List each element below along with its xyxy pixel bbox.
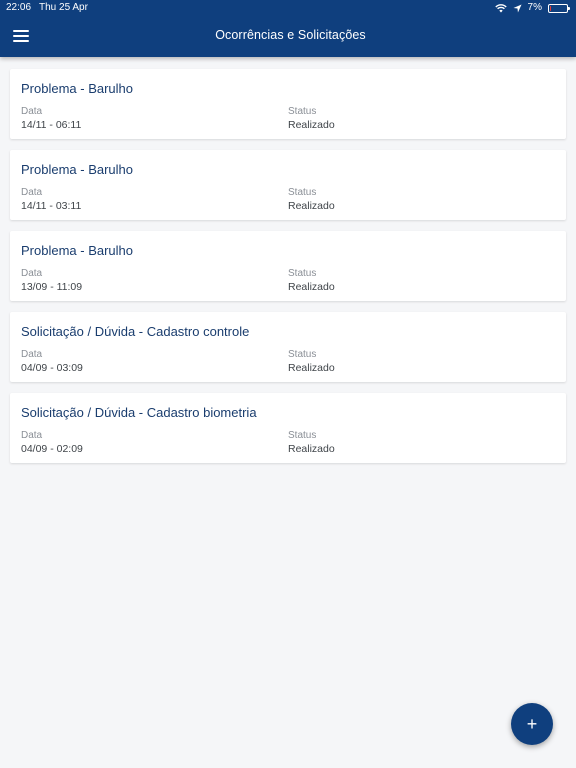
occurrence-card[interactable]: Solicitação / Dúvida - Cadastro controle… xyxy=(10,312,566,382)
status-value: Realizado xyxy=(288,119,335,131)
status-label: Status xyxy=(288,349,317,360)
status-value: Realizado xyxy=(288,443,335,455)
status-value: Realizado xyxy=(288,362,335,374)
location-arrow-icon xyxy=(512,3,522,13)
status-indicators: 7% xyxy=(494,0,570,16)
battery-icon xyxy=(548,3,570,13)
date-value: 14/11 - 06:11 xyxy=(21,119,82,131)
status-date: Thu 25 Apr xyxy=(39,2,88,13)
plus-icon: + xyxy=(526,714,538,734)
wifi-icon xyxy=(494,3,507,12)
page-title: Ocorrências e Solicitações xyxy=(215,28,366,42)
date-value: 14/11 - 03:11 xyxy=(21,200,82,212)
date-value: 13/09 - 11:09 xyxy=(21,281,83,293)
add-button[interactable]: + xyxy=(511,703,553,745)
date-value: 04/09 - 03:09 xyxy=(21,362,83,374)
battery-percent: 7% xyxy=(527,2,542,13)
status-label: Status xyxy=(288,187,317,198)
occurrence-title: Problema - Barulho xyxy=(21,243,133,258)
status-label: Status xyxy=(288,430,317,441)
date-label: Data xyxy=(21,106,43,117)
occurrence-title: Problema - Barulho xyxy=(21,81,133,96)
date-label: Data xyxy=(21,349,43,360)
status-label: Status xyxy=(288,268,317,279)
status-bar: 22:06 Thu 25 Apr 7% xyxy=(0,0,576,16)
status-value: Realizado xyxy=(288,200,335,212)
app-header: 22:06 Thu 25 Apr 7% Ocorrências e Solici… xyxy=(0,0,576,57)
status-value: Realizado xyxy=(288,281,335,293)
date-label: Data xyxy=(21,187,43,198)
occurrence-title: Problema - Barulho xyxy=(21,162,133,177)
battery-level xyxy=(550,5,551,11)
occurrence-card[interactable]: Problema - Barulho Data 14/11 - 03:11 Statu… xyxy=(10,150,566,220)
occurrence-card[interactable]: Problema - Barulho Data 13/09 - 11:09 Statu… xyxy=(10,231,566,301)
occurrence-title: Solicitação / Dúvida - Cadastro controle xyxy=(21,324,250,339)
occurrence-title: Solicitação / Dúvida - Cadastro biometri… xyxy=(21,405,257,420)
occurrence-card[interactable]: Solicitação / Dúvida - Cadastro biometri… xyxy=(10,393,566,463)
date-label: Data xyxy=(21,268,43,279)
occurrence-card[interactable]: Problema - Barulho Data 14/11 - 06:11 Statu… xyxy=(10,69,566,139)
date-label: Data xyxy=(21,430,43,441)
status-label: Status xyxy=(288,106,317,117)
date-value: 04/09 - 02:09 xyxy=(21,443,83,455)
occurrence-list: Problema - Barulho Data 14/11 - 06:11 Statu… xyxy=(10,69,566,474)
status-time: 22:06 xyxy=(6,2,32,13)
